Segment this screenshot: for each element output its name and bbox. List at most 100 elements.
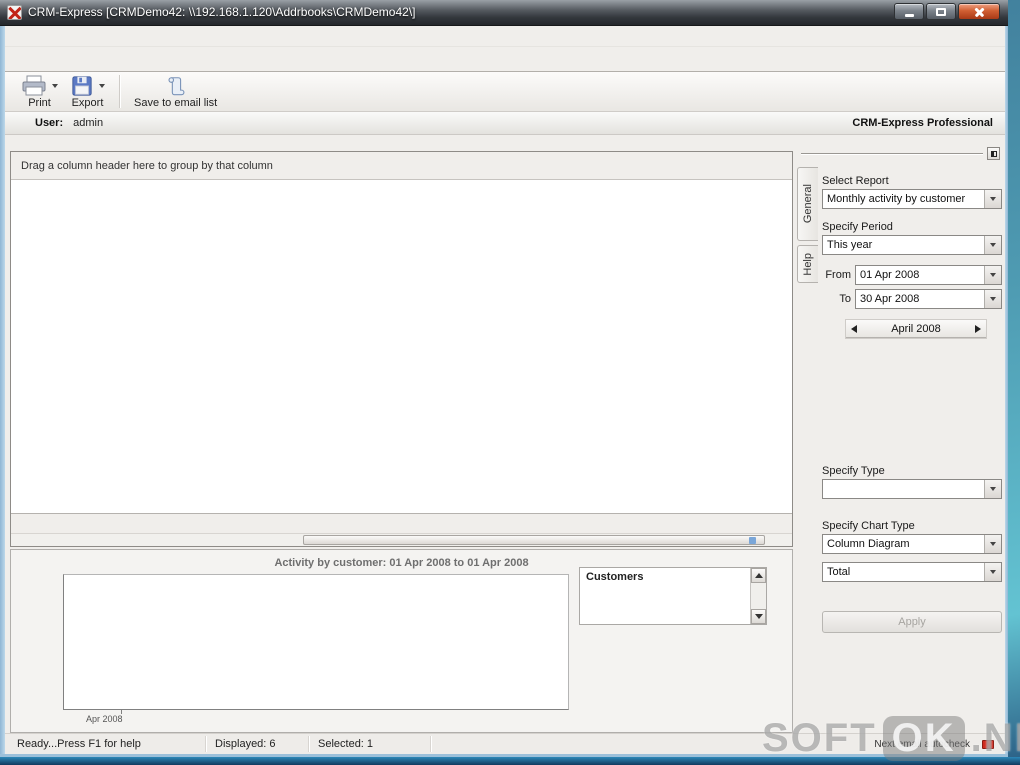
- arrow-up-icon: [754, 573, 763, 578]
- status-ready: Ready...Press F1 for help: [17, 738, 141, 750]
- maximize-icon: [936, 7, 946, 16]
- export-label: Export: [71, 97, 104, 109]
- arrow-left-icon: [851, 324, 857, 333]
- status-separator: [308, 736, 309, 752]
- chevron-down-icon[interactable]: [984, 480, 1001, 498]
- sidebar-tab-general[interactable]: General: [797, 167, 818, 241]
- print-button[interactable]: Print: [15, 72, 64, 111]
- stacked-bar: [66, 575, 180, 709]
- report-options-sidebar: General Help Select Report Monthly activ…: [797, 143, 1005, 733]
- to-label: To: [839, 293, 851, 305]
- status-bar: Ready...Press F1 for help Displayed: 6 S…: [5, 733, 1005, 754]
- status-autocheck: Next email autocheck: [874, 739, 970, 750]
- scrollbar-marker: [749, 537, 756, 544]
- window-border: [1005, 26, 1008, 757]
- chevron-down-icon[interactable]: [984, 266, 1001, 284]
- window-controls: [894, 3, 1000, 20]
- chart-type-dropdown[interactable]: Column Diagram: [822, 534, 1002, 554]
- status-selected: Selected: 1: [318, 738, 374, 750]
- group-hint: Drag a column header here to group by th…: [21, 159, 273, 172]
- email-alert-icon[interactable]: [982, 740, 994, 749]
- specify-period-dropdown[interactable]: This year: [822, 235, 1002, 255]
- edition-label: CRM-Express Professional: [852, 117, 993, 129]
- app-window: CRM-Express [CRMDemo42: \\192.168.1.120\…: [0, 0, 1008, 757]
- chart-y-axis: [13, 574, 63, 710]
- select-report-value: Monthly activity by customer: [827, 193, 966, 205]
- grid-totals-row: [11, 513, 792, 533]
- export-button[interactable]: Export: [64, 72, 111, 111]
- user-label: User:: [35, 117, 64, 129]
- user-bar: User: admin CRM-Express Professional: [5, 112, 1005, 135]
- legend-scroll-down-button[interactable]: [751, 609, 766, 624]
- legend-title: Customers: [586, 571, 644, 583]
- floppy-disk-icon: [72, 76, 92, 96]
- toolbar: Print Export Save to email list: [5, 72, 1005, 112]
- chevron-down-icon[interactable]: [984, 190, 1001, 208]
- general-tab-label: General: [802, 184, 814, 224]
- chart-panel: Activity by customer: 01 Apr 2008 to 01 …: [10, 549, 793, 733]
- user-value: admin: [73, 117, 104, 129]
- window-border: [0, 754, 1008, 757]
- specify-period-value: This year: [827, 239, 873, 251]
- chevron-down-icon[interactable]: [984, 290, 1001, 308]
- chart-total-dropdown[interactable]: Total: [822, 562, 1002, 582]
- chart-total-value: Total: [827, 566, 851, 578]
- chevron-down-icon[interactable]: [984, 236, 1001, 254]
- from-label: From: [825, 269, 851, 281]
- from-date-dropdown[interactable]: 01 Apr 2008: [855, 265, 1002, 285]
- sidebar-splitter[interactable]: [801, 153, 983, 155]
- specify-period-label: Specify Period: [822, 221, 893, 233]
- chart-type-value: Column Diagram: [827, 538, 910, 550]
- scrollbar-thumb[interactable]: [303, 535, 765, 545]
- grid-header-row: [11, 180, 792, 198]
- legend-scrollbar[interactable]: [750, 568, 766, 624]
- horizontal-scrollbar[interactable]: [11, 533, 792, 546]
- from-date-value: 01 Apr 2008: [860, 269, 920, 281]
- calendar-prev-button[interactable]: [846, 324, 862, 333]
- save-to-email-label: Save to email list: [134, 97, 218, 109]
- save-to-email-list-button[interactable]: Save to email list: [128, 72, 223, 111]
- tab-bar: [5, 47, 1005, 72]
- grid-empty-area: [11, 198, 792, 513]
- select-report-label: Select Report: [822, 175, 889, 187]
- to-date-value: 30 Apr 2008: [860, 293, 920, 305]
- desktop-edge: [0, 757, 1020, 765]
- calendar: April 2008: [845, 319, 987, 339]
- report-grid: Drag a column header here to group by th…: [10, 151, 793, 547]
- main-content: Drag a column header here to group by th…: [5, 135, 1005, 733]
- print-label: Print: [28, 97, 51, 109]
- app-logo-icon: [7, 5, 22, 20]
- collapse-icon: [990, 150, 997, 157]
- apply-label: Apply: [898, 616, 926, 628]
- minimize-button[interactable]: [894, 3, 924, 20]
- calendar-next-button[interactable]: [970, 324, 986, 333]
- sidebar-collapse-button[interactable]: [987, 147, 1000, 160]
- chevron-down-icon[interactable]: [984, 535, 1001, 553]
- client-area: Print Export Save to email list User: ad…: [5, 26, 1005, 754]
- print-dropdown-caret[interactable]: [52, 84, 58, 88]
- maximize-button[interactable]: [926, 3, 956, 20]
- group-by-bar[interactable]: Drag a column header here to group by th…: [11, 152, 792, 180]
- legend-scroll-up-button[interactable]: [751, 568, 766, 583]
- chart-legend: Customers: [579, 567, 767, 625]
- window-title: CRM-Express [CRMDemo42: \\192.168.1.120\…: [28, 5, 416, 19]
- arrow-down-icon: [754, 614, 763, 619]
- apply-button[interactable]: Apply: [822, 611, 1002, 633]
- x-axis-label: Apr 2008: [86, 714, 123, 724]
- titlebar: CRM-Express [CRMDemo42: \\192.168.1.120\…: [0, 0, 1008, 26]
- printer-icon: [22, 75, 46, 96]
- close-button[interactable]: [958, 3, 1000, 20]
- specify-type-dropdown[interactable]: [822, 479, 1002, 499]
- status-separator: [430, 736, 431, 752]
- status-displayed: Displayed: 6: [215, 738, 276, 750]
- select-report-dropdown[interactable]: Monthly activity by customer: [822, 189, 1002, 209]
- desktop: CRM-Express [CRMDemo42: \\192.168.1.120\…: [0, 0, 1020, 765]
- to-date-dropdown[interactable]: 30 Apr 2008: [855, 289, 1002, 309]
- export-dropdown-caret[interactable]: [99, 84, 105, 88]
- minimize-icon: [904, 13, 914, 17]
- toolbar-separator: [119, 75, 120, 108]
- arrow-right-icon: [975, 324, 981, 333]
- chevron-down-icon[interactable]: [984, 563, 1001, 581]
- calendar-title[interactable]: April 2008: [862, 323, 970, 335]
- status-separator: [205, 736, 206, 752]
